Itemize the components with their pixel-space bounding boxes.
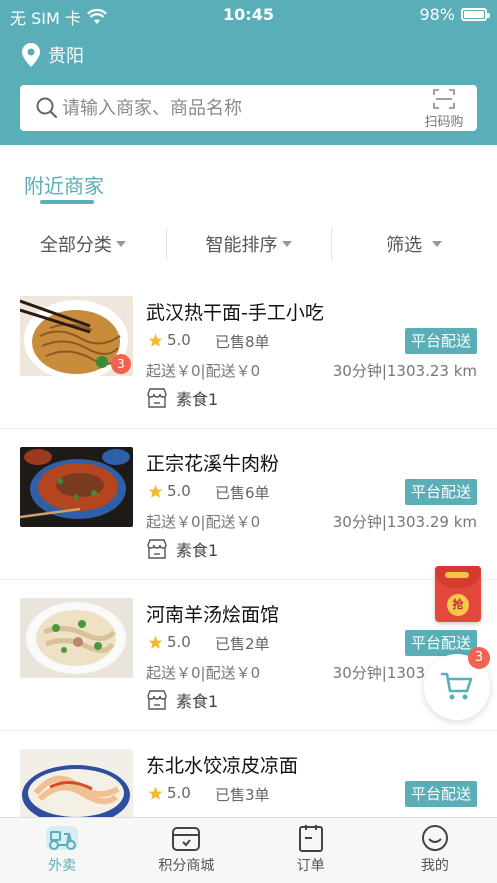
merchant-name: 正宗花溪牛肉粉 bbox=[146, 453, 280, 475]
tab-profile-label: 我的 bbox=[420, 858, 449, 874]
star-icon bbox=[148, 635, 163, 649]
beef-noodle-photo bbox=[20, 447, 133, 527]
sold-count: 已售6单 bbox=[215, 484, 270, 502]
filter-screen[interactable]: 筛选 bbox=[331, 222, 497, 266]
rating-value: 5.0 bbox=[167, 633, 191, 651]
merchant-rating: 5.0 bbox=[148, 784, 191, 802]
sold-count: 已售3单 bbox=[215, 786, 270, 804]
scan-label: 扫码购 bbox=[424, 115, 464, 130]
merchant-category: 素食1 bbox=[146, 537, 218, 561]
merchant-photo bbox=[20, 598, 133, 678]
cart-count-badge: 3 bbox=[468, 647, 490, 669]
category-label: 素食1 bbox=[176, 692, 219, 711]
search-input[interactable] bbox=[62, 95, 402, 121]
header: 无 SIM 卡 10:45 98% 贵阳 请输入商家、商品名称 扫码购 bbox=[0, 0, 497, 145]
chevron-down-icon bbox=[115, 241, 126, 247]
tab-takeout-label: 外卖 bbox=[48, 858, 77, 874]
merchant-rating: 5.0 bbox=[148, 331, 191, 349]
delivery-tag: 平台配送 bbox=[404, 781, 477, 807]
scan-button[interactable]: 扫码购 bbox=[421, 89, 467, 130]
delivery-fees: 起送￥0|配送￥0 bbox=[146, 513, 261, 531]
merchant-rating: 5.0 bbox=[148, 482, 191, 500]
tab-bar: 外卖 积分商城 订单 我的 bbox=[0, 817, 497, 883]
store-icon bbox=[147, 539, 167, 559]
scan-icon bbox=[433, 89, 455, 109]
tab-underline bbox=[40, 200, 94, 204]
filter-screen-label: 筛选 bbox=[386, 235, 423, 256]
lamb-noodle-photo bbox=[20, 598, 133, 678]
category-label: 素食1 bbox=[176, 541, 219, 560]
tab-points-mall[interactable]: 积分商城 bbox=[124, 818, 248, 883]
merchant-rating: 5.0 bbox=[148, 633, 191, 651]
rating-value: 5.0 bbox=[167, 784, 191, 802]
search-bar: 扫码购 bbox=[20, 85, 477, 131]
battery-fill bbox=[464, 11, 484, 18]
tab-takeout[interactable]: 外卖 bbox=[0, 818, 124, 883]
merchant-name: 河南羊汤烩面馆 bbox=[146, 604, 280, 626]
smiley-icon bbox=[421, 825, 448, 851]
star-icon bbox=[148, 786, 163, 800]
status-bar: 无 SIM 卡 10:45 98% bbox=[0, 0, 497, 30]
filter-sort-label: 智能排序 bbox=[205, 235, 278, 256]
delivery-tag: 平台配送 bbox=[404, 328, 477, 354]
search-icon bbox=[36, 97, 58, 119]
chevron-down-icon bbox=[281, 241, 292, 247]
merchant-category: 素食1 bbox=[146, 688, 218, 712]
filter-bar: 全部分类 智能排序 筛选 bbox=[0, 222, 497, 266]
tab-nearby-merchants[interactable]: 附近商家 bbox=[24, 170, 104, 199]
tab-orders-label: 订单 bbox=[296, 858, 325, 874]
filter-category-label: 全部分类 bbox=[39, 235, 112, 256]
delivery-tag: 平台配送 bbox=[404, 630, 477, 656]
merchant-category: 素食1 bbox=[146, 386, 218, 410]
star-icon bbox=[148, 333, 163, 347]
delivery-fees: 起送￥0|配送￥0 bbox=[146, 362, 261, 380]
filter-category[interactable]: 全部分类 bbox=[0, 222, 166, 266]
battery-percent: 98% bbox=[419, 5, 455, 24]
merchant-item[interactable]: 3 武汉热干面-手工小吃 5.0 已售8单 平台配送 起送￥0|配送￥0 30分… bbox=[0, 278, 497, 429]
location-pin-icon bbox=[22, 43, 40, 67]
red-packet-button[interactable]: 抢 bbox=[435, 566, 481, 622]
delivery-distance: 30分钟|1303.23 km bbox=[332, 362, 477, 380]
chevron-down-icon bbox=[432, 241, 443, 247]
merchant-name: 东北水饺凉皮凉面 bbox=[146, 755, 299, 777]
tab-points-mall-label: 积分商城 bbox=[158, 858, 215, 874]
merchant-name: 武汉热干面-手工小吃 bbox=[146, 302, 324, 324]
grab-label: 抢 bbox=[447, 594, 469, 616]
store-icon bbox=[147, 690, 167, 710]
location-selector[interactable]: 贵阳 bbox=[22, 42, 84, 68]
delivery-distance: 30分钟|1303.29 km bbox=[332, 513, 477, 531]
red-packet-decoration bbox=[445, 572, 469, 578]
delivery-fees: 起送￥0|配送￥0 bbox=[146, 664, 261, 682]
rating-value: 5.0 bbox=[167, 482, 191, 500]
filter-sort[interactable]: 智能排序 bbox=[165, 222, 332, 266]
rating-value: 5.0 bbox=[167, 331, 191, 349]
shop-bag-icon bbox=[172, 827, 201, 851]
merchant-photo bbox=[20, 447, 133, 527]
merchant-item[interactable]: 正宗花溪牛肉粉 5.0 已售6单 平台配送 起送￥0|配送￥0 30分钟|130… bbox=[0, 429, 497, 580]
delivery-distance: 30分钟|1303 bbox=[332, 664, 425, 682]
delivery-tag: 平台配送 bbox=[404, 479, 477, 505]
merchant-list: 3 武汉热干面-手工小吃 5.0 已售8单 平台配送 起送￥0|配送￥0 30分… bbox=[0, 278, 497, 882]
tab-orders[interactable]: 订单 bbox=[249, 818, 373, 883]
scooter-icon bbox=[46, 826, 79, 850]
photo-badge: 3 bbox=[111, 354, 131, 374]
battery: 98% bbox=[419, 5, 490, 24]
battery-icon bbox=[461, 8, 490, 21]
store-icon bbox=[147, 388, 167, 408]
sold-count: 已售2单 bbox=[215, 635, 270, 653]
order-icon bbox=[298, 825, 323, 852]
tab-profile[interactable]: 我的 bbox=[373, 818, 497, 883]
star-icon bbox=[148, 484, 163, 498]
shopping-cart-icon bbox=[441, 672, 473, 700]
merchant-item[interactable]: 河南羊汤烩面馆 5.0 已售2单 平台配送 起送￥0|配送￥0 30分钟|130… bbox=[0, 580, 497, 731]
location-city: 贵阳 bbox=[48, 46, 84, 67]
sold-count: 已售8单 bbox=[215, 333, 270, 351]
category-label: 素食1 bbox=[176, 390, 219, 409]
